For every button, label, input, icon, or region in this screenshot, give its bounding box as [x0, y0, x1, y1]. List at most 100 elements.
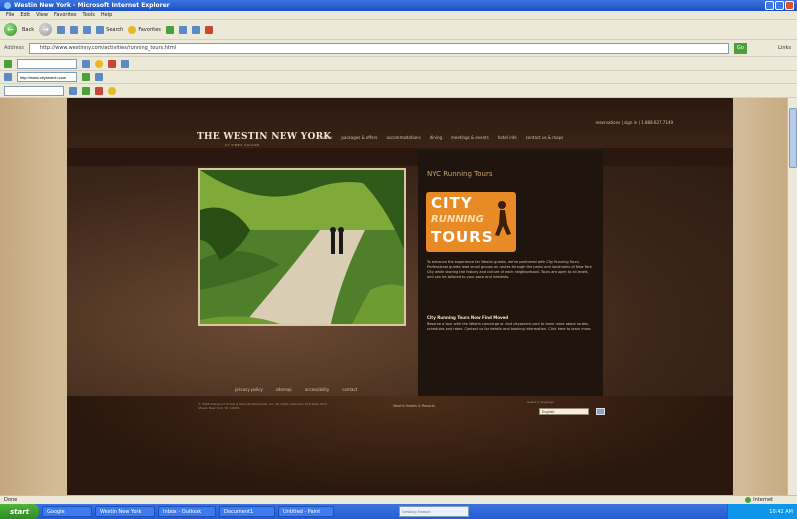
favorites-button[interactable]: Favorites [128, 25, 161, 34]
site-nav: home packages & offers accommodations di… [321, 135, 563, 140]
logo-running-text: RUNNING [431, 214, 484, 225]
taskbar-item-paint[interactable]: Untitled - Paint [278, 506, 335, 517]
news-icon [82, 86, 90, 95]
taskbar-item-google[interactable]: Google [42, 506, 93, 517]
site-logo[interactable]: THE WESTIN NEW YORK [197, 132, 332, 142]
zone-label: Internet [753, 497, 773, 503]
tray-clock: 10:42 AM [769, 508, 793, 515]
home-button[interactable] [83, 25, 92, 34]
check-button[interactable] [121, 59, 129, 68]
extra-tool-2[interactable] [82, 86, 90, 95]
print-icon [191, 25, 200, 34]
nav-hotel-info[interactable]: hotel info [498, 135, 517, 140]
status-text: Done [4, 497, 18, 503]
taskbar-item-westin[interactable]: Westin New York [95, 506, 156, 517]
star-icon [108, 86, 116, 95]
window-controls [765, 1, 794, 10]
scrollbar-thumb[interactable] [789, 108, 797, 168]
forward-button[interactable]: → [39, 23, 53, 36]
maximize-button[interactable] [775, 1, 784, 10]
footer-link-privacy[interactable]: privacy policy [235, 387, 263, 392]
history-icon [165, 25, 174, 34]
section-heading: City Running Tours Now Find Moved [427, 315, 509, 320]
stop-button[interactable] [57, 25, 66, 34]
runner-icon [495, 201, 511, 236]
menu-help[interactable]: Help [101, 12, 112, 18]
footer-brand[interactable]: Westin Hotels & Resorts [393, 404, 435, 409]
print-button[interactable] [191, 25, 200, 34]
site-logo-sub: AT TIMES SQUARE [225, 143, 260, 147]
logo-city-text: CITY [431, 194, 473, 212]
footer-links: privacy policy sitemap accessibility con… [235, 387, 357, 392]
back-button[interactable]: ← [4, 23, 17, 36]
menu-edit[interactable]: Edit [20, 12, 30, 18]
menu-favorites[interactable]: Favorites [54, 12, 77, 18]
footer-link-contact[interactable]: contact [342, 387, 357, 392]
content-panel: NYC Running Tours CITY RUNNING TOURS To … [418, 150, 603, 396]
edit-button[interactable] [204, 25, 213, 34]
taskbar-search-input[interactable] [399, 506, 469, 517]
extra-tool-3[interactable] [95, 86, 103, 95]
search-icon [96, 25, 105, 34]
nav-packages[interactable]: packages & offers [341, 135, 377, 140]
links-search-input[interactable] [17, 72, 77, 82]
footer-link-accessibility[interactable]: accessibility [305, 387, 329, 392]
panel-title: NYC Running Tours [427, 170, 493, 178]
google-search-button[interactable] [82, 59, 90, 68]
minimize-button[interactable] [765, 1, 774, 10]
nav-meetings[interactable]: meetings & events [451, 135, 489, 140]
language-go-button[interactable] [596, 408, 605, 415]
menu-file[interactable]: File [6, 12, 14, 18]
footer-copyright: © 2008 Starwood Hotels & Resorts Worldwi… [198, 402, 327, 410]
extra-search-input[interactable] [4, 85, 64, 96]
search-icon [69, 86, 77, 95]
google-search-input[interactable] [17, 58, 77, 69]
globe-icon [745, 497, 752, 503]
nav-dining[interactable]: dining [430, 135, 442, 140]
extra-tool-4[interactable] [108, 86, 116, 95]
block-icon [108, 59, 116, 68]
search-button[interactable]: Search [96, 25, 123, 34]
links-toolbar-icon [4, 73, 12, 81]
star-icon [95, 59, 103, 68]
language-select[interactable]: English [539, 408, 589, 415]
close-button[interactable] [785, 1, 794, 10]
system-tray: 10:42 AM [727, 504, 797, 519]
top-links[interactable]: reservations | sign in | 1.888.627.7149 [595, 120, 673, 125]
address-input[interactable]: http://www.westinny.com/activities/runni… [28, 42, 729, 54]
google-toolbar [0, 57, 797, 71]
taskbar-item-outlook[interactable]: Inbox - Outlook [158, 506, 217, 517]
security-zone: Internet [745, 497, 773, 503]
nav-home[interactable]: home [321, 135, 332, 140]
logo-tours-text: TOURS [431, 228, 494, 246]
star-icon [128, 25, 137, 34]
footer-link-sitemap[interactable]: sitemap [276, 387, 292, 392]
links-settings-button[interactable] [95, 73, 103, 81]
menu-tools[interactable]: Tools [83, 12, 95, 18]
edit-icon [204, 25, 213, 34]
gear-icon [95, 73, 103, 81]
history-button[interactable] [165, 25, 174, 34]
popup-blocker-button[interactable] [108, 59, 116, 68]
running-path-photo [198, 168, 406, 326]
nav-contact[interactable]: contact us & maps [526, 135, 564, 140]
vertical-scrollbar[interactable] [787, 98, 797, 495]
site-footer: © 2008 Starwood Hotels & Resorts Worldwi… [67, 396, 733, 495]
menu-bar: File Edit View Favorites Tools Help [0, 11, 797, 20]
hero-bar [67, 148, 733, 166]
links-go-button[interactable] [82, 73, 90, 81]
extra-tool-1[interactable] [69, 86, 77, 95]
google-logo-icon [4, 59, 12, 68]
refresh-button[interactable] [70, 25, 79, 34]
go-button[interactable]: Go [733, 42, 747, 54]
taskbar: start Google Westin New York Inbox - Out… [0, 504, 797, 519]
start-button[interactable]: start [0, 504, 40, 519]
menu-view[interactable]: View [36, 12, 48, 18]
links-label[interactable]: Links [778, 45, 791, 51]
taskbar-item-document[interactable]: Document1 [219, 506, 276, 517]
bookmarks-button[interactable] [95, 59, 103, 68]
mail-button[interactable] [178, 25, 187, 34]
intro-paragraph: To enhance the experience for Westin gue… [427, 260, 592, 279]
city-running-tours-logo[interactable]: CITY RUNNING TOURS [426, 192, 516, 252]
nav-accommodations[interactable]: accommodations [386, 135, 420, 140]
